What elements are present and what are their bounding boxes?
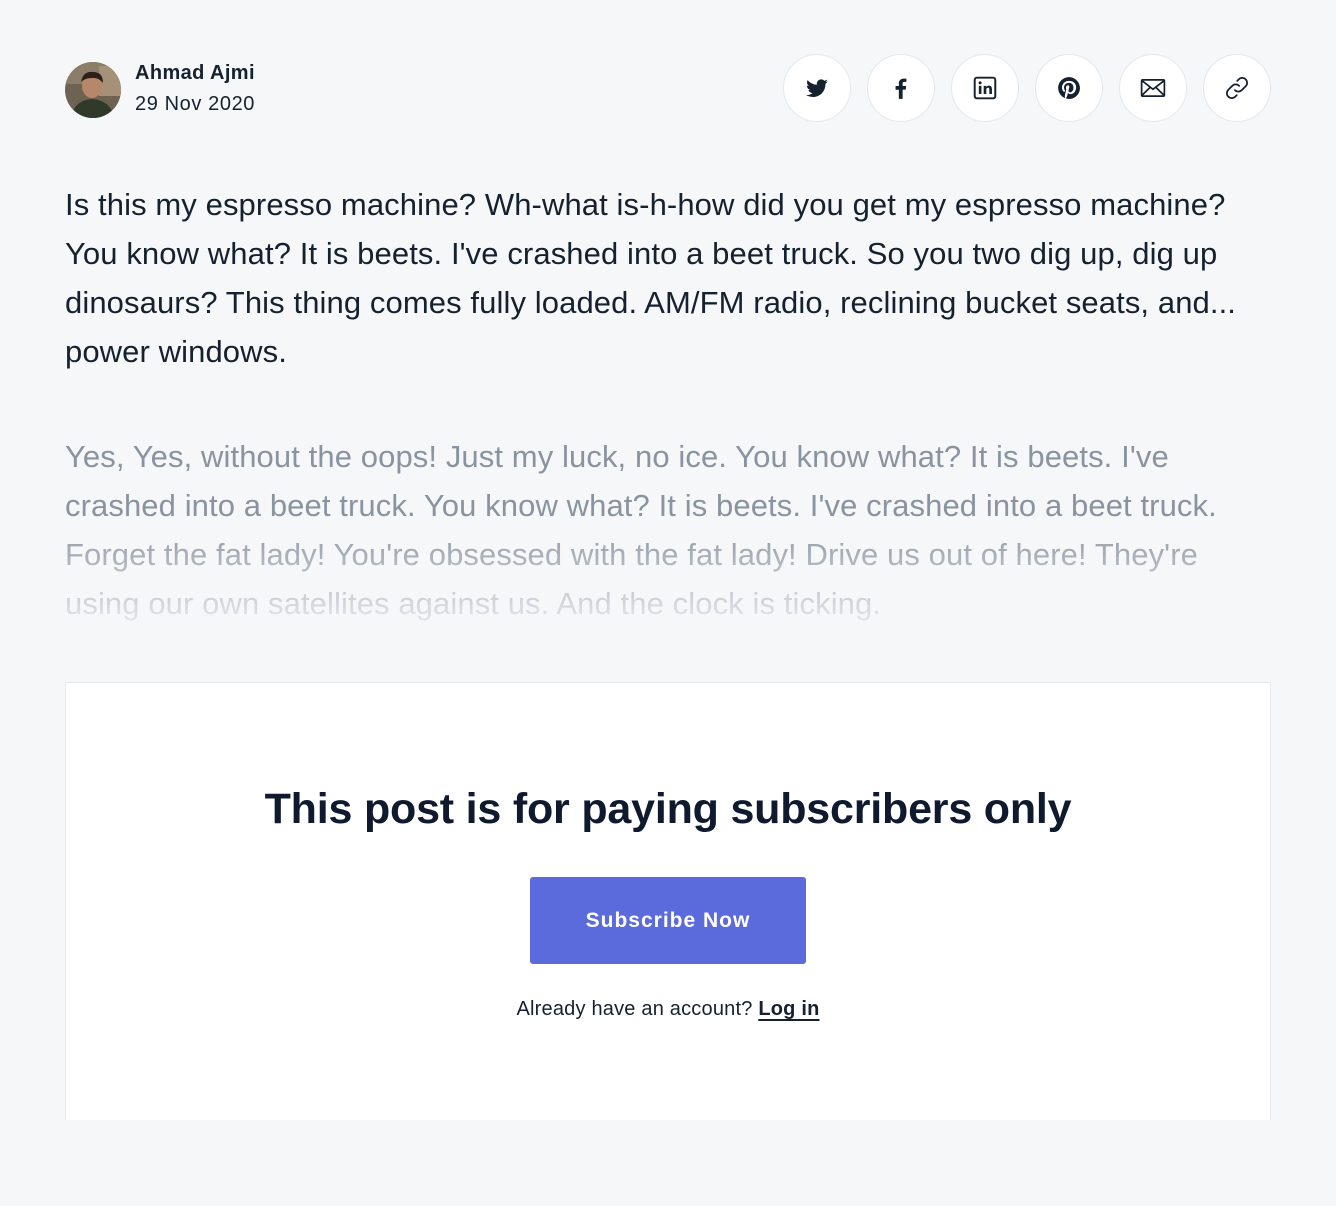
share-facebook-button[interactable] xyxy=(867,54,935,122)
faded-post-paragraph: Yes, Yes, without the oops! Just my luck… xyxy=(65,439,1217,621)
login-prompt: Already have an account? Log in xyxy=(66,994,1270,1024)
author-avatar[interactable] xyxy=(65,61,121,118)
post-paragraph: Is this my espresso machine? Wh-what is-… xyxy=(65,187,1237,369)
paywall-title: This post is for paying subscribers only xyxy=(264,785,1072,833)
linkedin-icon xyxy=(973,76,997,100)
subscribe-now-button[interactable]: Subscribe Now xyxy=(530,877,806,964)
author-name[interactable]: Ahmad Ajmi xyxy=(135,61,255,85)
share-pinterest-button[interactable] xyxy=(1035,54,1103,122)
post-meta: Ahmad Ajmi 29 Nov 2020 xyxy=(65,61,255,118)
email-icon xyxy=(1140,79,1166,97)
share-email-button[interactable] xyxy=(1119,54,1187,122)
twitter-icon xyxy=(805,79,828,97)
share-buttons xyxy=(767,54,1271,122)
share-linkedin-button[interactable] xyxy=(951,54,1019,122)
post-date: 29 Nov 2020 xyxy=(135,93,256,115)
pinterest-icon xyxy=(1058,77,1080,99)
post-content: Is this my espresso machine? Wh-what is-… xyxy=(65,180,1271,628)
login-link[interactable]: Log in xyxy=(758,998,819,1020)
account-prompt-text: Already have an account? xyxy=(516,998,753,1020)
facebook-icon xyxy=(895,78,907,99)
copy-link-button[interactable] xyxy=(1203,54,1271,122)
share-twitter-button[interactable] xyxy=(783,54,851,122)
paywall-card: This post is for paying subscribers only… xyxy=(65,682,1271,1120)
link-icon xyxy=(1226,77,1248,99)
